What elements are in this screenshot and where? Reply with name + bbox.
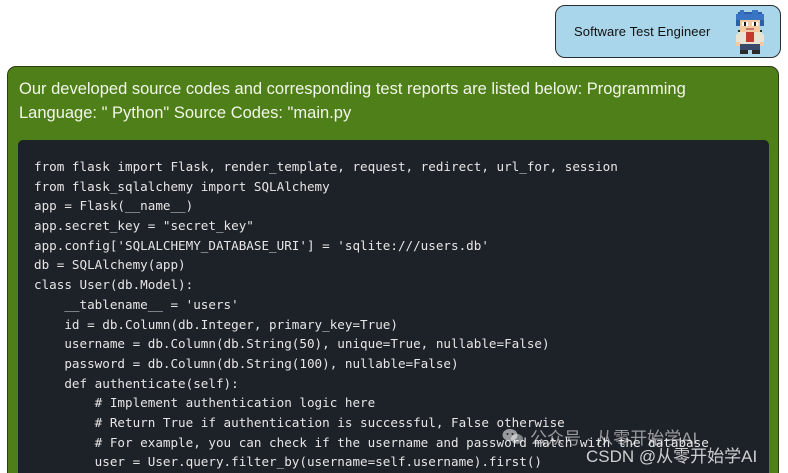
page: Software Test Engineer Our developed sou… <box>0 0 788 473</box>
code-line: # Return True if authentication is succe… <box>34 414 565 430</box>
code-line: app.config['SQLALCHEMY_DATABASE_URI'] = … <box>34 237 489 253</box>
code-line: from flask_sqlalchemy import SQLAlchemy <box>34 178 330 194</box>
pixel-art-engineer-avatar-icon <box>736 10 764 54</box>
code-line: username = db.Column(db.String(50), uniq… <box>34 336 550 352</box>
code-line: password = db.Column(db.String(100), nul… <box>34 355 459 371</box>
role-label: Software Test Engineer <box>574 24 711 39</box>
assistant-message-bubble: Our developed source codes and correspon… <box>7 66 779 473</box>
code-line: app = Flask(__name__) <box>34 198 194 214</box>
code-line: from flask import Flask, render_template… <box>34 159 618 174</box>
code-line: id = db.Column(db.Integer, primary_key=T… <box>34 316 398 332</box>
message-text: Our developed source codes and correspon… <box>19 80 686 122</box>
code-line: app.secret_key = "secret_key" <box>34 218 254 234</box>
code-line: def authenticate(self): <box>34 375 239 391</box>
code-line: user = User.query.filter_by(username=sel… <box>34 454 542 470</box>
code-line: db = SQLAlchemy(app) <box>34 257 186 273</box>
code-line: __tablename__ = 'users' <box>34 296 239 312</box>
code-lines: from flask import Flask, render_template… <box>34 157 709 472</box>
code-line: class User(db.Model): <box>34 277 194 293</box>
code-line: # Implement authentication logic here <box>34 395 376 411</box>
code-line: # For example, you can check if the user… <box>34 434 709 450</box>
role-badge[interactable]: Software Test Engineer <box>555 5 781 58</box>
code-block[interactable]: from flask import Flask, render_template… <box>18 140 769 473</box>
